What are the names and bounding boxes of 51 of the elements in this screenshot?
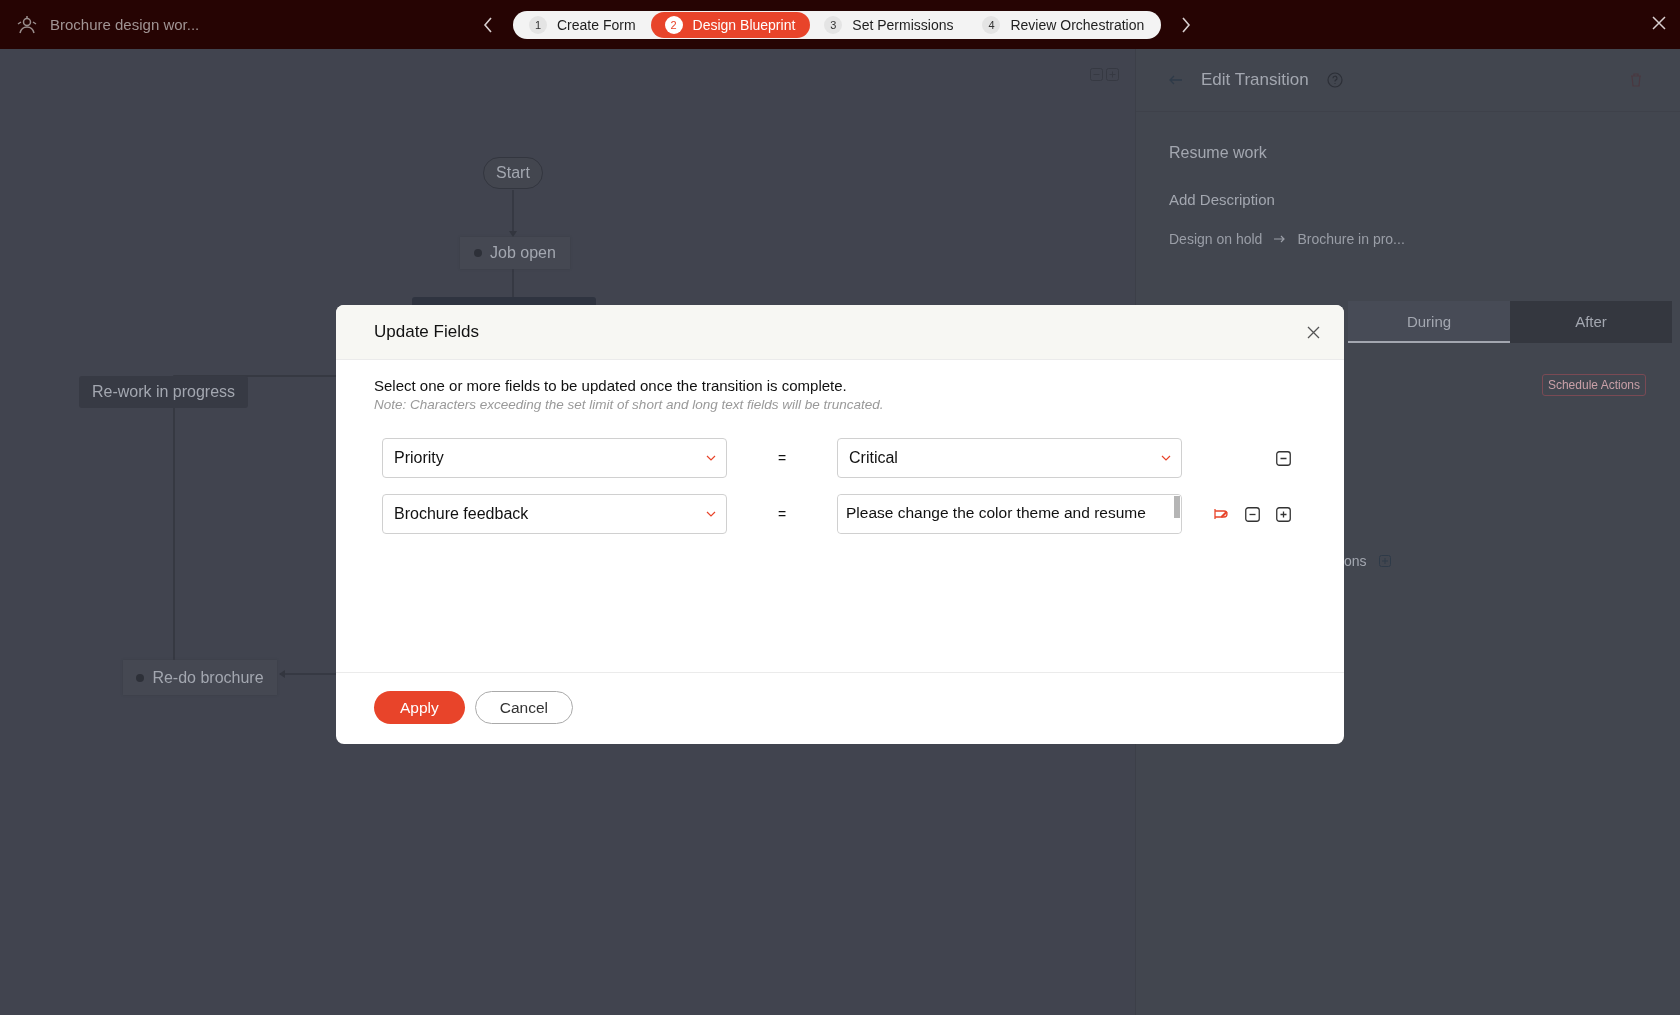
panel-tab[interactable]: During: [1348, 301, 1510, 343]
state-node[interactable]: Job open: [460, 237, 570, 269]
step-number: 3: [824, 15, 843, 34]
state-node[interactable]: Re-do brochure: [123, 660, 277, 695]
tag-pencil-icon[interactable]: [1212, 508, 1229, 520]
apply-button[interactable]: Apply: [374, 691, 465, 724]
equals-sign: =: [776, 450, 788, 466]
transition-name: Resume work: [1169, 144, 1268, 162]
state-node[interactable]: Re-work in progress: [79, 376, 248, 408]
chevron-down-icon: [706, 455, 716, 461]
text-area-field[interactable]: Please change the color theme and resume: [838, 495, 1181, 533]
scrollbar-thumb[interactable]: [1174, 496, 1180, 518]
dialog-instructions: Select one or more fields to be updated once the transition is complete.: [374, 377, 848, 394]
dropdown-field[interactable]: Critical: [837, 438, 1182, 478]
right-arrow-icon: [1274, 235, 1286, 243]
cancel-button[interactable]: Cancel: [474, 691, 574, 724]
step-tab[interactable]: 1 Create Form: [515, 11, 651, 38]
remove-icon[interactable]: [1276, 450, 1291, 466]
chevron-down-icon: [706, 511, 716, 517]
dialog-title: Update Fields: [374, 322, 479, 342]
step-number: 2: [664, 15, 683, 34]
status-dot: [474, 249, 483, 257]
remove-icon[interactable]: [1245, 506, 1260, 522]
step-tab[interactable]: 2 Design Blueprint: [650, 11, 811, 38]
state-label: Job open: [490, 244, 556, 262]
equals-sign: =: [776, 506, 788, 522]
panel-tab[interactable]: After: [1510, 301, 1672, 343]
schedule-actions-button[interactable]: Schedule Actions: [1541, 374, 1646, 396]
chevron-left-icon[interactable]: [483, 16, 493, 33]
start-node[interactable]: Start: [483, 157, 543, 189]
step-number: 4: [982, 15, 1001, 34]
close-button[interactable]: [1307, 325, 1320, 339]
close-icon[interactable]: [1652, 16, 1666, 30]
dialog-note: Note: Characters exceeding the set limit of short and long text fields will be truncated.: [374, 397, 885, 412]
app-title: Brochure design wor...: [50, 16, 200, 33]
step-number: 1: [529, 15, 547, 34]
from-state: Design on hold: [1169, 231, 1263, 247]
step-tab[interactable]: 3 Set Permissions: [810, 11, 969, 38]
to-state: Brochure in pro...: [1297, 231, 1405, 247]
panel-title: Edit Transition: [1201, 70, 1309, 90]
step-tab[interactable]: 4 Review Orchestration: [968, 11, 1160, 38]
chevron-right-icon[interactable]: [1181, 16, 1192, 33]
add-icon[interactable]: [1276, 506, 1291, 522]
chevron-down-icon: [1161, 455, 1171, 461]
description-link[interactable]: Add Description: [1169, 191, 1680, 208]
state-label: Re-do brochure: [152, 668, 264, 687]
connector-line: [278, 669, 336, 679]
status-dot: [136, 673, 145, 682]
dropdown-field[interactable]: Brochure feedback: [382, 494, 727, 534]
dropdown-field[interactable]: Priority: [382, 438, 727, 478]
section-label: ons: [1344, 553, 1367, 569]
